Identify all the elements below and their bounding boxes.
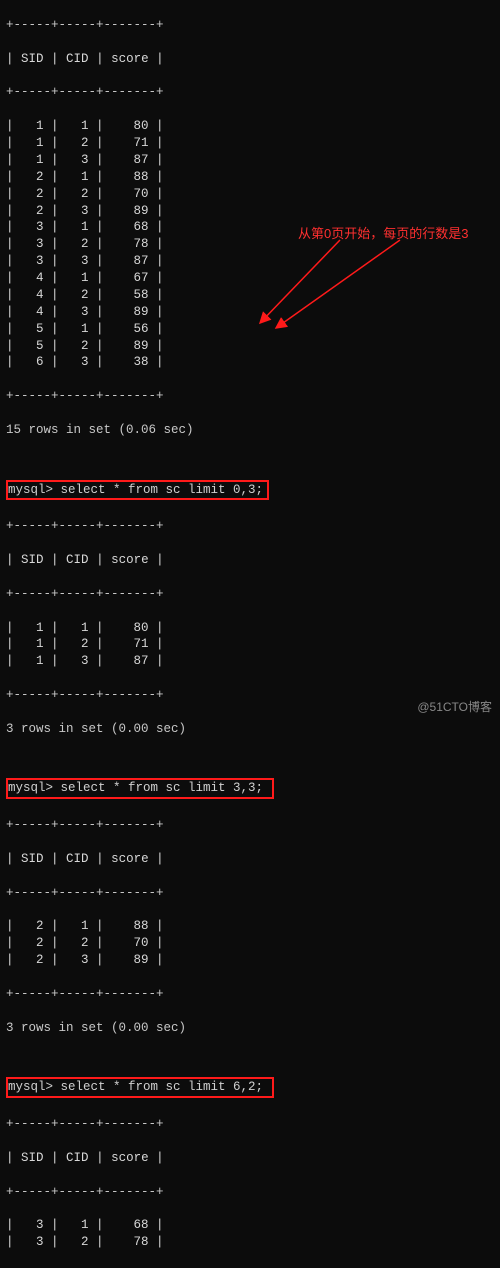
table-row: | 2 | 2 | 70 | (6, 935, 494, 952)
terminal-output: +-----+-----+-------+ | SID | CID | scor… (0, 0, 500, 1268)
status-line: 3 rows in set (0.00 sec) (6, 1020, 494, 1037)
table-row: | 4 | 2 | 58 | (6, 287, 494, 304)
table-header-row: | SID | CID | score | (6, 1150, 494, 1167)
highlight-box: mysql> select * from sc limit 3,3; (6, 778, 274, 799)
table-separator: +-----+-----+-------+ (6, 885, 494, 902)
table-separator: +-----+-----+-------+ (6, 17, 494, 34)
table-row: | 3 | 2 | 78 | (6, 1234, 494, 1251)
table-row: | 5 | 2 | 89 | (6, 338, 494, 355)
table-row: | 2 | 1 | 88 | (6, 169, 494, 186)
table-row: | 2 | 2 | 70 | (6, 186, 494, 203)
table-separator: +-----+-----+-------+ (6, 986, 494, 1003)
annotation-text: 从第0页开始，每页的行数是3 (298, 223, 468, 242)
table-separator: +-----+-----+-------+ (6, 1184, 494, 1201)
table-separator: +-----+-----+-------+ (6, 586, 494, 603)
table-row: | 1 | 2 | 71 | (6, 135, 494, 152)
table-separator: +-----+-----+-------+ (6, 817, 494, 834)
table-row: | 2 | 1 | 88 | (6, 918, 494, 935)
sql-prompt[interactable]: mysql> select * from sc limit 3,3; (8, 781, 263, 795)
table-header-row: | SID | CID | score | (6, 552, 494, 569)
table-row: | 5 | 1 | 56 | (6, 321, 494, 338)
table-separator: +-----+-----+-------+ (6, 84, 494, 101)
status-line: 15 rows in set (0.06 sec) (6, 422, 494, 439)
table-row: | 3 | 1 | 68 | (6, 1217, 494, 1234)
watermark-text: @51CTO博客 (417, 698, 492, 715)
table-row: | 1 | 3 | 87 | (6, 653, 494, 670)
table-separator: +-----+-----+-------+ (6, 1116, 494, 1133)
table-row: | 1 | 3 | 87 | (6, 152, 494, 169)
table-row: | 2 | 3 | 89 | (6, 952, 494, 969)
table-row: | 6 | 3 | 38 | (6, 354, 494, 371)
table-header-row: | SID | CID | score | (6, 51, 494, 68)
table-row: | 4 | 1 | 67 | (6, 270, 494, 287)
table-header-row: | SID | CID | score | (6, 851, 494, 868)
table-row: | 2 | 3 | 89 | (6, 203, 494, 220)
table-separator: +-----+-----+-------+ (6, 388, 494, 405)
table-separator: +-----+-----+-------+ (6, 518, 494, 535)
table-row: | 1 | 1 | 80 | (6, 620, 494, 637)
highlight-box: mysql> select * from sc limit 6,2; (6, 1077, 274, 1098)
table-row: | 4 | 3 | 89 | (6, 304, 494, 321)
sql-prompt[interactable]: mysql> select * from sc limit 0,3; (8, 483, 263, 497)
highlight-box: mysql> select * from sc limit 0,3; (6, 480, 269, 501)
status-line: 3 rows in set (0.00 sec) (6, 721, 494, 738)
sql-prompt[interactable]: mysql> select * from sc limit 6,2; (8, 1080, 263, 1094)
table-row: | 3 | 3 | 87 | (6, 253, 494, 270)
table-row: | 1 | 1 | 80 | (6, 118, 494, 135)
table-row: | 1 | 2 | 71 | (6, 636, 494, 653)
